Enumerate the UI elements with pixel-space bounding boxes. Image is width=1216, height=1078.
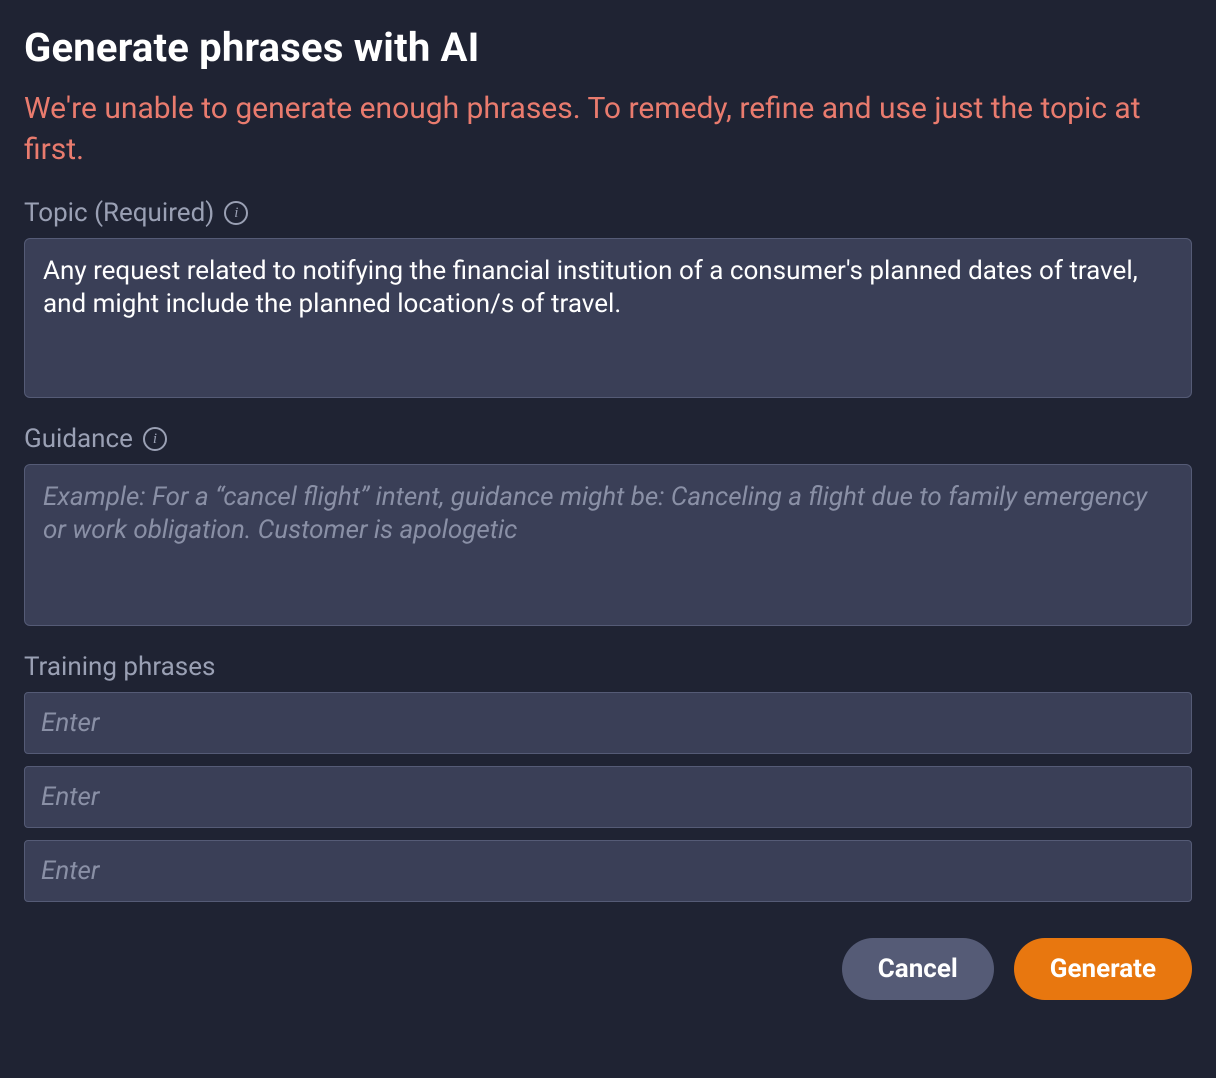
topic-label: Topic (Required)	[24, 198, 214, 228]
error-message: We're unable to generate enough phrases.…	[24, 89, 1192, 170]
topic-field: Topic (Required) i	[24, 198, 1192, 402]
guidance-textarea[interactable]	[24, 464, 1192, 626]
training-phrase-input[interactable]	[24, 766, 1192, 828]
training-phrases-label: Training phrases	[24, 652, 215, 682]
info-icon[interactable]: i	[143, 427, 167, 451]
training-phrases-field: Training phrases	[24, 652, 1192, 914]
guidance-label-row: Guidance i	[24, 424, 1192, 454]
page-title: Generate phrases with AI	[24, 24, 1192, 71]
topic-label-row: Topic (Required) i	[24, 198, 1192, 228]
guidance-field: Guidance i	[24, 424, 1192, 630]
training-phrase-input[interactable]	[24, 840, 1192, 902]
guidance-label: Guidance	[24, 424, 133, 454]
training-phrase-input[interactable]	[24, 692, 1192, 754]
cancel-button[interactable]: Cancel	[842, 938, 994, 1000]
topic-textarea[interactable]	[24, 238, 1192, 398]
dialog-panel: Generate phrases with AI We're unable to…	[0, 0, 1216, 1028]
dialog-footer: Cancel Generate	[24, 938, 1192, 1000]
training-phrases-label-row: Training phrases	[24, 652, 1192, 682]
info-icon[interactable]: i	[224, 201, 248, 225]
generate-button[interactable]: Generate	[1014, 938, 1192, 1000]
